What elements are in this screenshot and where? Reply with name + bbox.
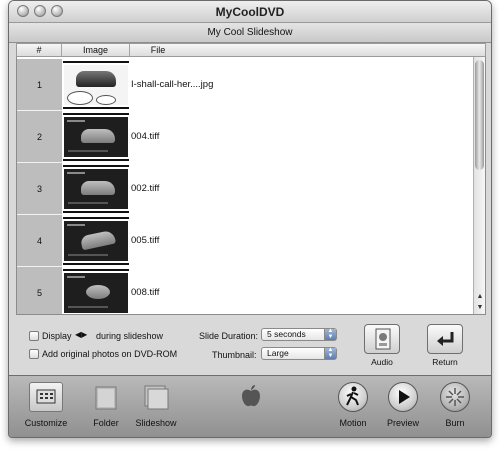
running-man-icon <box>346 386 359 406</box>
return-button-label: Return <box>432 357 458 367</box>
slide-duration-select[interactable]: 5 seconds ▲ ▼ <box>261 328 337 341</box>
folder-button[interactable] <box>89 382 123 412</box>
slide-duration-label: Slide Duration: <box>199 331 259 341</box>
scroll-thumb[interactable] <box>475 60 484 170</box>
slide-filename: I-shall-call-her....jpg <box>131 79 214 90</box>
app-window: MyCoolDVD My Cool Slideshow # Image File… <box>8 0 492 438</box>
display-arrows-label-prefix: Display <box>42 331 72 341</box>
play-icon <box>399 390 410 404</box>
stepper-arrows-icon: ▲ ▼ <box>324 328 336 340</box>
slide-number: 1 <box>17 59 62 111</box>
customize-drawer-icon <box>36 389 56 404</box>
audio-file-icon <box>375 328 391 350</box>
slideshow-button[interactable] <box>139 382 173 412</box>
audio-button-label: Audio <box>371 357 393 367</box>
preview-button[interactable] <box>388 382 418 412</box>
slide-thumbnail <box>63 217 129 265</box>
slide-row[interactable]: 4 005.tiff <box>17 215 474 267</box>
slide-number: 5 <box>17 267 62 314</box>
add-original-photos-label: Add original photos on DVD-ROM <box>42 349 178 359</box>
customize-button[interactable] <box>29 382 63 412</box>
slideshow-label: Slideshow <box>135 418 177 428</box>
slideshow-icon <box>144 385 169 410</box>
scroll-up-arrow-icon[interactable]: ▲ <box>475 292 485 302</box>
add-original-photos-checkbox[interactable] <box>29 349 39 359</box>
scroll-down-arrow-icon[interactable]: ▼ <box>475 303 485 313</box>
slide-thumbnail <box>63 269 129 314</box>
audio-button[interactable] <box>364 324 400 354</box>
slide-number: 4 <box>17 215 62 267</box>
vertical-scrollbar[interactable]: ▲ ▼ <box>473 57 485 314</box>
navigation-arrows-icon: ◀▶ <box>75 330 88 339</box>
slide-filename: 002.tiff <box>131 183 160 194</box>
customize-label: Customize <box>24 418 68 428</box>
thumbnail-label: Thumbnail: <box>212 350 257 360</box>
bottom-toolbar: Customize Folder Slideshow Motion Previe… <box>9 375 491 437</box>
slide-thumbnail <box>63 165 129 213</box>
column-headers: # Image File <box>16 43 486 57</box>
slide-number: 2 <box>17 111 62 163</box>
display-arrows-checkbox[interactable] <box>29 331 39 341</box>
apple-logo-icon <box>242 385 260 407</box>
slide-thumbnail <box>63 61 129 109</box>
display-arrows-label-suffix: during slideshow <box>96 331 164 341</box>
burn-disc-icon <box>446 388 464 406</box>
slide-list[interactable]: 1 I-shall-call-her....jpg 2 004.tiff 3 0… <box>16 57 486 315</box>
slide-thumbnail <box>63 113 129 161</box>
slide-row[interactable]: 5 008.tiff <box>17 267 474 314</box>
slide-row[interactable]: 3 002.tiff <box>17 163 474 215</box>
slide-filename: 004.tiff <box>131 131 160 142</box>
slide-filename: 005.tiff <box>131 235 160 246</box>
window-title: MyCoolDVD <box>215 5 285 19</box>
column-number[interactable]: # <box>17 44 62 56</box>
slideshow-title: My Cool Slideshow <box>207 27 293 38</box>
return-arrow-icon <box>437 332 454 346</box>
title-bar: MyCoolDVD <box>9 1 491 23</box>
column-image[interactable]: Image <box>62 44 130 56</box>
thumbnail-size-select[interactable]: Large ▲ ▼ <box>261 347 337 360</box>
folder-icon <box>95 386 117 410</box>
burn-button[interactable] <box>440 382 470 412</box>
slide-number: 3 <box>17 163 62 215</box>
slide-row[interactable]: 1 I-shall-call-her....jpg <box>17 59 474 111</box>
slideshow-options: Display ◀▶ during slideshow Add original… <box>9 315 491 375</box>
slide-filename: 008.tiff <box>131 287 160 298</box>
motion-button[interactable] <box>338 382 368 412</box>
slide-row[interactable]: 2 004.tiff <box>17 111 474 163</box>
thumbnail-size-value: Large <box>267 348 289 358</box>
column-file[interactable]: File <box>130 44 186 56</box>
return-button[interactable] <box>427 324 463 354</box>
slide-duration-value: 5 seconds <box>267 329 306 339</box>
slideshow-title-bar: My Cool Slideshow <box>9 23 491 43</box>
popup-arrows-icon: ▲ ▼ <box>324 347 336 359</box>
burn-label: Burn <box>445 418 465 428</box>
